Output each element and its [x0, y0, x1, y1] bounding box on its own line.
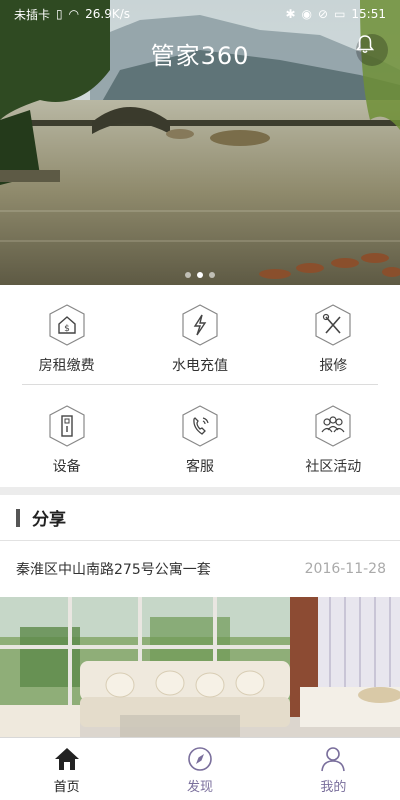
- carousel-dot[interactable]: [185, 272, 191, 278]
- tab-home[interactable]: 首页: [0, 738, 133, 800]
- tab-label: 首页: [53, 780, 80, 795]
- grid-item-repair[interactable]: 报修: [267, 285, 400, 385]
- service-grid: $ 房租缴费 水电充值 报修 设备 客服 社区活动: [0, 285, 400, 487]
- alarm-icon: ⊘: [318, 7, 329, 21]
- wifi-icon: ◠: [68, 7, 80, 21]
- grid-label: 设备: [52, 459, 81, 475]
- section-gap: [0, 487, 400, 495]
- share-item-image[interactable]: [0, 597, 400, 737]
- share-list-item[interactable]: 秦淮区中山南路275号公寓一套 2016-11-28: [0, 541, 400, 597]
- user-icon: [321, 747, 346, 772]
- grid-item-customer-service[interactable]: 客服: [133, 386, 266, 486]
- grid-label: 客服: [185, 459, 214, 475]
- network-speed: 26.9K/s: [85, 7, 130, 21]
- carrier-text: 未插卡: [14, 7, 51, 22]
- tab-label: 发现: [186, 780, 213, 795]
- device-door-icon: [49, 405, 85, 447]
- share-title: 分享: [32, 510, 66, 530]
- bluetooth-icon: ✱: [285, 7, 296, 21]
- carousel-dot-active[interactable]: [197, 272, 203, 278]
- notification-button[interactable]: [356, 34, 388, 66]
- rent-payment-icon: $: [49, 304, 85, 346]
- svg-text:$: $: [64, 324, 70, 334]
- community-people-icon: [315, 405, 351, 447]
- share-item-date: 2016-11-28: [304, 561, 386, 577]
- section-marker: [16, 508, 20, 527]
- utility-recharge-icon: [182, 304, 218, 346]
- carousel-dot[interactable]: [209, 272, 215, 278]
- status-bar: 未插卡 ▯ ◠ 26.9K/s ✱ ◉ ⊘ ▭ 15:51: [0, 0, 400, 28]
- home-icon: [54, 748, 79, 770]
- grid-label: 房租缴费: [38, 358, 95, 374]
- app-title: 管家360: [150, 42, 250, 70]
- location-icon: ◉: [301, 7, 312, 21]
- tab-mine[interactable]: 我的: [267, 738, 400, 800]
- grid-item-utility-recharge[interactable]: 水电充值: [133, 285, 266, 385]
- grid-divider: [22, 384, 378, 385]
- grid-item-community[interactable]: 社区活动: [267, 386, 400, 486]
- tab-discover[interactable]: 发现: [133, 738, 266, 800]
- sim-icon: ▯: [56, 7, 63, 21]
- share-header: 分享: [0, 495, 400, 541]
- tab-label: 我的: [320, 780, 347, 795]
- share-item-title: 秦淮区中山南路275号公寓一套: [16, 562, 211, 578]
- bell-icon: [356, 35, 374, 53]
- living-room-image: [0, 597, 400, 737]
- grid-label: 水电充值: [171, 358, 228, 374]
- compass-icon: [188, 747, 212, 771]
- carousel-indicator: [0, 272, 400, 278]
- grid-item-device[interactable]: 设备: [0, 386, 133, 486]
- clock: 15:51: [351, 7, 386, 21]
- banner-carousel[interactable]: 未插卡 ▯ ◠ 26.9K/s ✱ ◉ ⊘ ▭ 15:51 管家360: [0, 0, 400, 285]
- repair-tools-icon: [315, 304, 351, 346]
- battery-icon: ▭: [334, 7, 346, 21]
- customer-service-phone-icon: [182, 405, 218, 447]
- grid-item-rent-payment[interactable]: $ 房租缴费: [0, 285, 133, 385]
- grid-label: 报修: [319, 358, 348, 374]
- grid-label: 社区活动: [305, 459, 362, 475]
- bottom-tab-bar: 首页 发现 我的: [0, 737, 400, 800]
